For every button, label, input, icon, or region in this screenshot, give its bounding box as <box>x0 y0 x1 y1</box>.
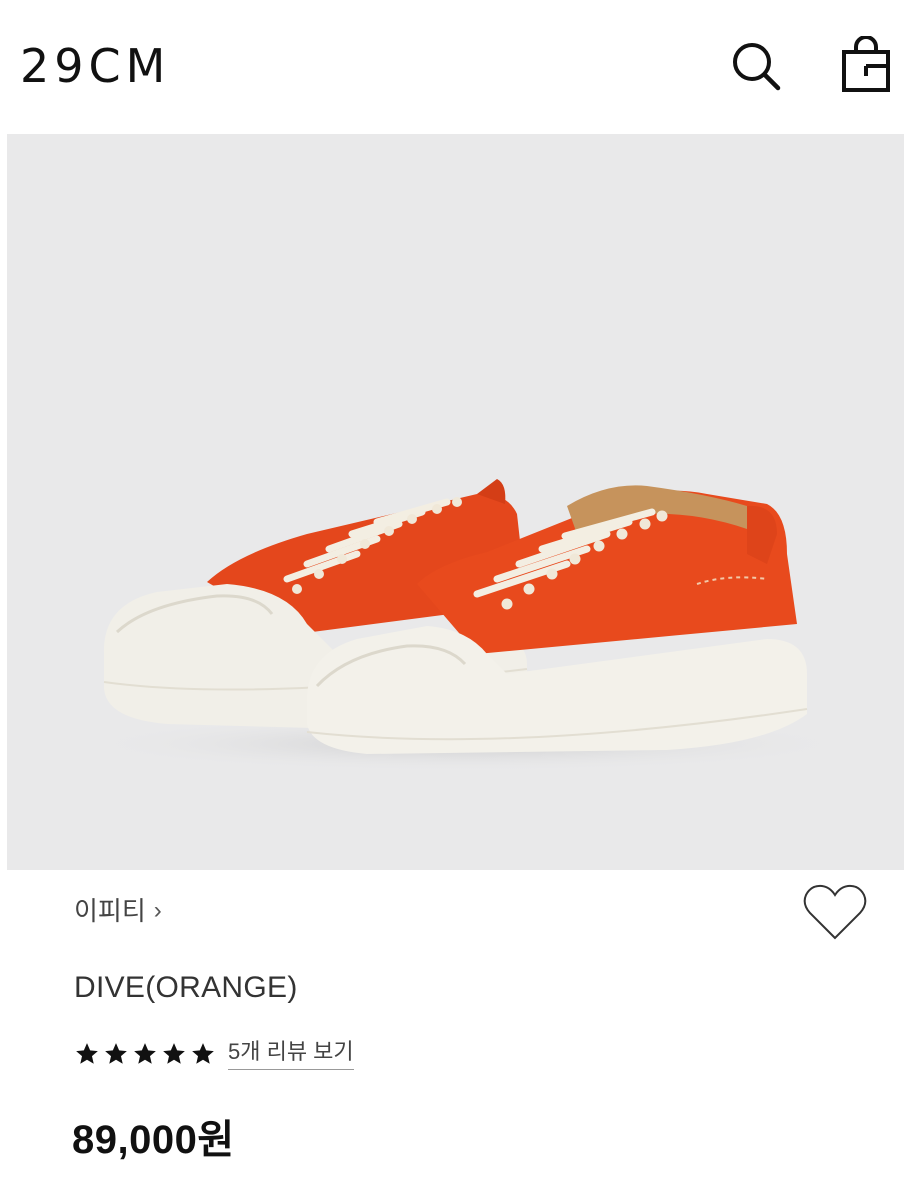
product-price: 89,000원 <box>72 1118 235 1162</box>
cart-button[interactable] <box>838 36 894 94</box>
shopping-bag-icon <box>842 36 890 92</box>
star-icon <box>134 1043 156 1064</box>
search-button[interactable] <box>728 36 784 94</box>
brand-link[interactable]: 이피티 › <box>74 896 162 926</box>
star-icon <box>163 1043 185 1064</box>
site-logo[interactable]: 29CM <box>20 38 170 94</box>
sneakers-illustration <box>77 479 857 772</box>
product-image[interactable] <box>7 134 904 870</box>
review-link[interactable]: 5개 리뷰 보기 <box>228 1038 354 1070</box>
product-info: 이피티 › DIVE(ORANGE) 5개 리뷰 보기 89,000원 <box>0 870 911 1200</box>
search-icon <box>733 43 781 91</box>
star-icon <box>105 1043 127 1064</box>
brand-name: 이피티 <box>74 896 146 926</box>
top-header: 29CM <box>0 0 911 134</box>
heart-icon <box>803 884 867 940</box>
like-button[interactable] <box>800 882 870 946</box>
chevron-right-icon: › <box>153 897 162 924</box>
rating-row: 5개 리뷰 보기 <box>74 1038 354 1070</box>
star-rating <box>74 1041 216 1067</box>
star-icon <box>192 1043 214 1064</box>
product-title: DIVE(ORANGE) <box>74 971 298 1004</box>
star-icon <box>76 1043 98 1064</box>
